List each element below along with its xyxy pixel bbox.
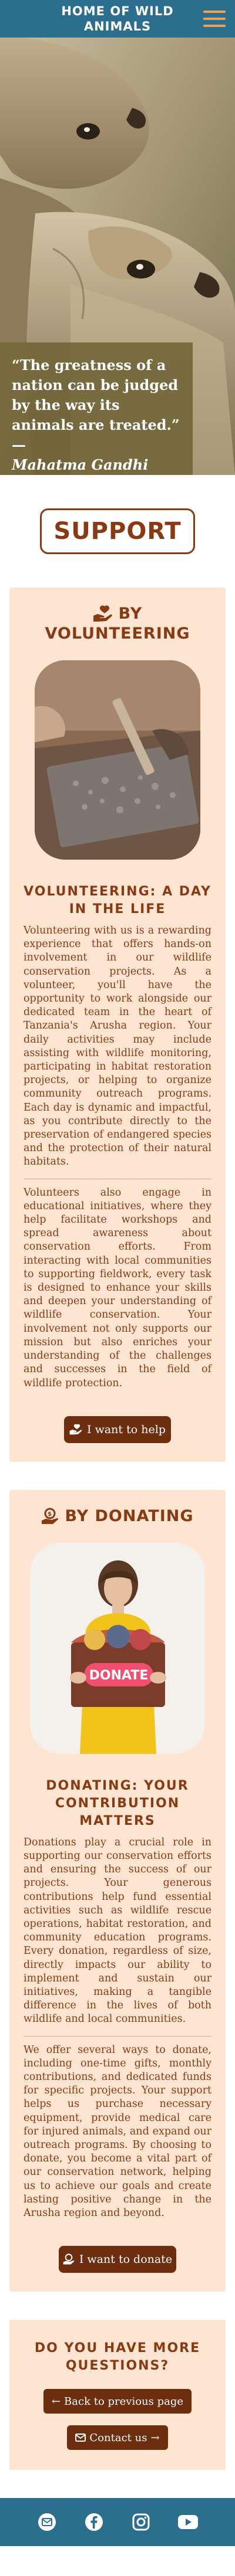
contact-label: Contact us: [89, 2431, 147, 2444]
volunteering-card: BY VOLUNTEERING VOLUNTEERING: A DAY IN T…: [9, 588, 226, 1462]
arrow-right-icon: →: [150, 2431, 160, 2444]
hand-coin-icon: $: [42, 1508, 59, 1524]
site-title-line1: HOME OF WILD: [61, 4, 174, 18]
arrow-left-icon: ←: [51, 2395, 61, 2408]
volunteering-subtitle: VOLUNTEERING: A DAY IN THE LIFE: [24, 884, 212, 917]
i-want-to-donate-button[interactable]: I want to donate: [59, 2246, 176, 2273]
donating-title-text: BY DONATING: [65, 1506, 194, 1525]
hero-quote: “The greatness of a nation can be judged…: [12, 355, 181, 475]
questions-card: DO YOU HAVE MORE QUESTIONS? ← Back to pr…: [9, 2320, 226, 2470]
quote-author: Mahatma Gandhi: [12, 456, 149, 473]
envelope-icon: [75, 2434, 86, 2442]
volunteering-paragraph-1: Volunteering with us is a rewarding expe…: [24, 925, 212, 1168]
volunteering-title: BY VOLUNTEERING: [24, 604, 212, 644]
svg-text:$: $: [48, 1511, 52, 1518]
email-icon[interactable]: [37, 2512, 57, 2532]
instagram-icon[interactable]: [131, 2512, 151, 2532]
hamburger-icon[interactable]: [203, 11, 226, 27]
donate-box-image: DONATE: [30, 1542, 205, 1754]
volunteering-title-word: BY: [118, 605, 143, 623]
site-title-line2: ANIMALS: [83, 19, 152, 33]
i-want-to-help-label: I want to help: [87, 1423, 166, 1436]
hero-section: “The greatness of a nation can be judged…: [0, 38, 235, 475]
volunteer-work-image: [35, 660, 200, 860]
quote-box: “The greatness of a nation can be judged…: [0, 342, 193, 475]
quote-text: “The greatness of a nation can be judged…: [12, 357, 180, 453]
facebook-icon[interactable]: [84, 2512, 104, 2532]
support-heading: SUPPORT: [40, 508, 195, 554]
donating-card: $ BY DONATING DONATE DONATING: YOUR CONT…: [9, 1489, 226, 2292]
contact-us-button[interactable]: Contact us →: [67, 2425, 168, 2451]
hand-heart-icon: [93, 605, 112, 622]
site-header: HOME OF WILD ANIMALS: [0, 0, 235, 38]
donating-paragraph-1: Donations play a crucial role in support…: [24, 1836, 212, 2025]
hand-coin-icon: [63, 2253, 75, 2265]
donating-subtitle: DONATING: YOUR CONTRIBUTION MATTERS: [46, 1778, 189, 1828]
youtube-icon[interactable]: [178, 2512, 198, 2532]
back-label: Back to previous page: [64, 2395, 184, 2408]
donate-box-label: DONATE: [89, 1668, 149, 1683]
hand-heart-icon: [69, 1424, 82, 1435]
volunteering-paragraph-2: Volunteers also engage in educational in…: [24, 1178, 212, 1390]
questions-title: DO YOU HAVE MORE QUESTIONS?: [34, 2341, 201, 2374]
volunteering-title-word2: VOLUNTEERING: [45, 625, 190, 643]
donating-paragraph-2: We offer several ways to donate, includi…: [24, 2035, 212, 2221]
site-title[interactable]: HOME OF WILD ANIMALS: [61, 4, 173, 34]
back-to-previous-page-button[interactable]: ← Back to previous page: [43, 2389, 192, 2414]
donating-title: $ BY DONATING: [24, 1506, 212, 1526]
i-want-to-help-button[interactable]: I want to help: [64, 1416, 171, 1443]
site-footer: [0, 2498, 235, 2547]
support-heading-wrap: SUPPORT: [0, 475, 235, 588]
i-want-to-donate-label: I want to donate: [79, 2253, 173, 2266]
